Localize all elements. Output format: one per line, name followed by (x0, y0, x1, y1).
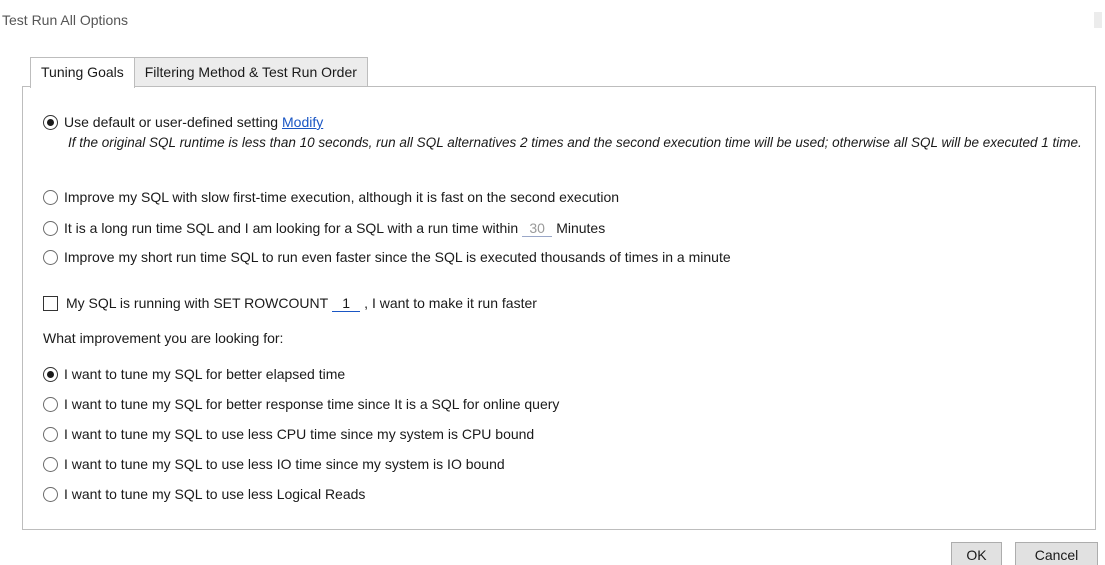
radio-elapsed-time[interactable] (43, 366, 58, 382)
improvement-option-elapsed-time-label: I want to tune my SQL for better elapsed… (64, 366, 346, 382)
cancel-button[interactable]: Cancel (1015, 542, 1098, 565)
option-default-setting[interactable]: Use default or user-defined setting Modi… (43, 114, 323, 130)
rowcount-checkbox[interactable] (43, 295, 58, 311)
improvement-option-logical-reads-label: I want to tune my SQL to use less Logica… (64, 486, 366, 502)
radio-response-time[interactable] (43, 396, 58, 412)
improvement-option-logical-reads[interactable]: I want to tune my SQL to use less Logica… (43, 486, 365, 502)
radio-default-setting[interactable] (43, 114, 58, 130)
option-default-setting-label: Use default or user-defined setting (64, 114, 279, 130)
modify-link[interactable]: Modify (282, 114, 323, 130)
tab-filtering-method[interactable]: Filtering Method & Test Run Order (134, 57, 368, 87)
minutes-label: Minutes (556, 220, 606, 236)
improvement-heading: What improvement you are looking for: (43, 330, 284, 346)
tab-panel-tuning-goals: Use default or user-defined setting Modi… (22, 86, 1096, 530)
rowcount-input[interactable] (332, 294, 361, 312)
default-setting-note: If the original SQL runtime is less than… (68, 135, 1082, 150)
tab-strip: Tuning Goals Filtering Method & Test Run… (30, 57, 368, 88)
radio-long-run-time[interactable] (43, 220, 58, 236)
ok-button[interactable]: OK (951, 542, 1002, 565)
improvement-option-cpu-time-label: I want to tune my SQL to use less CPU ti… (64, 426, 535, 442)
option-short-run-time[interactable]: Improve my short run time SQL to run eve… (43, 249, 731, 265)
radio-slow-first-execution[interactable] (43, 189, 58, 205)
window-title: Test Run All Options (2, 12, 129, 28)
option-slow-first-execution-label: Improve my SQL with slow first-time exec… (64, 189, 620, 205)
rowcount-suffix-label: , I want to make it run faster (364, 295, 537, 311)
improvement-option-elapsed-time[interactable]: I want to tune my SQL for better elapsed… (43, 366, 345, 382)
improvement-option-response-time[interactable]: I want to tune my SQL for better respons… (43, 396, 559, 412)
improvement-option-response-time-label: I want to tune my SQL for better respons… (64, 396, 560, 412)
rowcount-option[interactable]: My SQL is running with SET ROWCOUNT , I … (43, 294, 537, 312)
option-long-run-time[interactable]: It is a long run time SQL and I am looki… (43, 219, 605, 237)
improvement-option-cpu-time[interactable]: I want to tune my SQL to use less CPU ti… (43, 426, 534, 442)
dialog-window: Test Run All Options Tuning Goals Filter… (0, 0, 1105, 565)
close-icon[interactable] (1094, 12, 1102, 28)
improvement-option-io-time[interactable]: I want to tune my SQL to use less IO tim… (43, 456, 505, 472)
radio-short-run-time[interactable] (43, 249, 58, 265)
option-short-run-time-label: Improve my short run time SQL to run eve… (64, 249, 731, 265)
radio-cpu-time[interactable] (43, 426, 58, 442)
rowcount-label: My SQL is running with SET ROWCOUNT (66, 295, 329, 311)
improvement-option-io-time-label: I want to tune my SQL to use less IO tim… (64, 456, 505, 472)
option-long-run-time-label: It is a long run time SQL and I am looki… (64, 220, 519, 236)
tab-tuning-goals[interactable]: Tuning Goals (30, 57, 135, 88)
improvement-heading-row: What improvement you are looking for: (43, 330, 283, 346)
option-slow-first-execution[interactable]: Improve my SQL with slow first-time exec… (43, 189, 619, 205)
run-time-minutes-input[interactable] (522, 219, 553, 237)
radio-io-time[interactable] (43, 456, 58, 472)
radio-logical-reads[interactable] (43, 486, 58, 502)
